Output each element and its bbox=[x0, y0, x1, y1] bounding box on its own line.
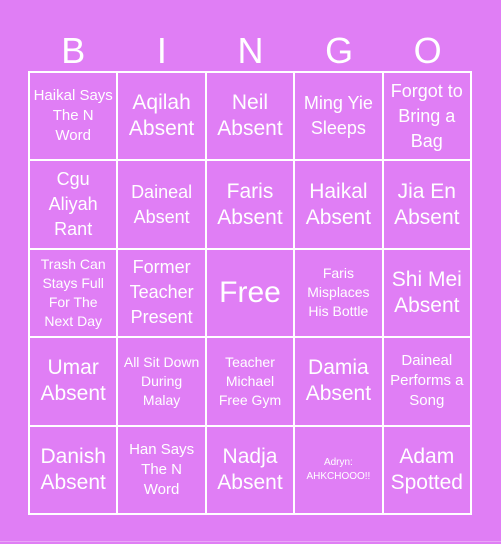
header-letter-g: G bbox=[325, 30, 354, 71]
bingo-cell[interactable]: Danish Absent bbox=[29, 425, 118, 514]
cell-text: Forgot to Bring a Bag bbox=[390, 80, 463, 151]
cell-text: Haikal Absent bbox=[305, 179, 372, 229]
header-letter-n: N bbox=[237, 30, 264, 71]
bingo-cell[interactable]: Daineal Performs a Song bbox=[382, 337, 471, 426]
header-letter-i: I bbox=[156, 30, 167, 71]
bingo-cell[interactable]: Ming Yie Sleeps bbox=[294, 72, 383, 161]
cell-text: Faris Misplaces His Bottle bbox=[307, 265, 370, 320]
bingo-cell[interactable]: Trash Can Stays Full For The Next Day bbox=[29, 248, 118, 338]
free-space-text: Free bbox=[219, 275, 281, 309]
cell-text: Aqilah Absent bbox=[128, 91, 195, 141]
bingo-cell[interactable]: Han Says The N Word bbox=[117, 425, 206, 514]
cell-text: Former Teacher Present bbox=[129, 257, 194, 328]
cell-text: Danish Absent bbox=[40, 444, 106, 494]
cell-text: Adam Spotted bbox=[390, 444, 463, 494]
cell-text: All Sit Down During Malay bbox=[123, 353, 200, 408]
bingo-cell[interactable]: Adryn: AHKCHOOO!! bbox=[294, 425, 383, 514]
bingo-cell[interactable]: Teacher Michael Free Gym bbox=[205, 337, 295, 426]
bingo-cell[interactable]: Haikal Absent bbox=[294, 160, 383, 249]
cell-text: Daineal Performs a Song bbox=[390, 352, 464, 410]
cell-text: Faris Absent bbox=[217, 179, 283, 229]
cell-text: Trash Can Stays Full For The Next Day bbox=[40, 255, 106, 329]
bingo-cell[interactable]: Nadja Absent bbox=[205, 425, 295, 514]
cell-text: Shi Mei Absent bbox=[391, 267, 462, 317]
cell-text: Neil Absent bbox=[217, 91, 283, 141]
header-letter-o: O bbox=[413, 30, 442, 71]
cell-text: Umar Absent bbox=[40, 356, 106, 406]
bingo-cell[interactable]: Faris Absent bbox=[205, 160, 295, 249]
cell-text: Han Says The N Word bbox=[129, 440, 195, 498]
cell-text: Adryn: AHKCHOOO!! bbox=[306, 456, 371, 482]
bingo-cell[interactable]: Damia Absent bbox=[294, 337, 383, 426]
cell-text: Damia Absent bbox=[305, 356, 372, 406]
cell-text: Ming Yie Sleeps bbox=[303, 93, 373, 139]
bingo-cell[interactable]: Aqilah Absent bbox=[117, 72, 206, 161]
bingo-cell[interactable]: Former Teacher Present bbox=[117, 248, 206, 338]
page-bottom-divider bbox=[0, 541, 501, 542]
bingo-cell[interactable]: Haikal Says The N Word bbox=[29, 72, 118, 161]
bingo-cell[interactable]: Umar Absent bbox=[29, 337, 118, 426]
bingo-cell[interactable]: All Sit Down During Malay bbox=[117, 337, 206, 426]
cell-text: Teacher Michael Free Gym bbox=[218, 353, 282, 408]
bingo-cell[interactable]: Faris Misplaces His Bottle bbox=[294, 248, 383, 338]
bingo-cell[interactable]: Cgu Aliyah Rant bbox=[29, 160, 118, 249]
bingo-cell[interactable]: Shi Mei Absent bbox=[382, 248, 471, 338]
cell-text: Nadja Absent bbox=[217, 444, 283, 494]
bingo-header: B I N G O bbox=[29, 30, 472, 72]
bingo-cell[interactable]: Jia En Absent bbox=[382, 160, 471, 249]
cell-text: Haikal Says The N Word bbox=[33, 87, 113, 145]
bingo-cell[interactable]: Neil Absent bbox=[205, 72, 295, 161]
cell-text: Daineal Absent bbox=[131, 181, 193, 227]
free-space-cell[interactable]: Free bbox=[205, 248, 295, 338]
bingo-cell[interactable]: Forgot to Bring a Bag bbox=[382, 72, 471, 161]
cell-text: Cgu Aliyah Rant bbox=[48, 169, 98, 240]
bingo-grid: Haikal Says The N Word Aqilah Absent Nei… bbox=[28, 71, 472, 515]
header-letter-b: B bbox=[61, 30, 86, 71]
bingo-cell[interactable]: Adam Spotted bbox=[382, 425, 471, 514]
cell-text: Jia En Absent bbox=[394, 179, 460, 229]
bingo-cell[interactable]: Daineal Absent bbox=[117, 160, 206, 249]
